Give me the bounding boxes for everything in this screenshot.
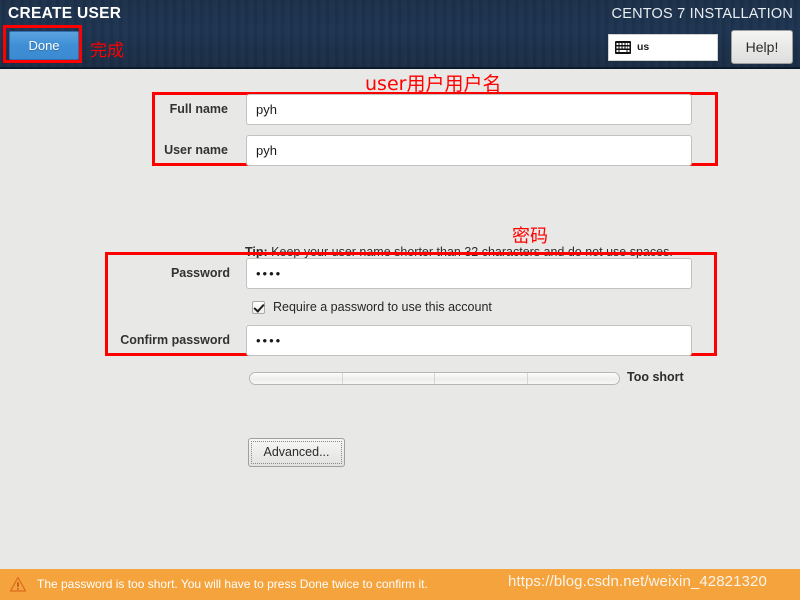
full-name-label: Full name (169, 102, 228, 116)
require-password-label: Require a password to use this account (273, 300, 492, 314)
username-tip: Tip: Keep your user name shorter than 32… (245, 245, 673, 259)
done-button-annotation-box: Done (3, 25, 82, 63)
username-annotation-label: user用户用户名 (365, 73, 502, 95)
help-button[interactable]: Help! (731, 30, 793, 64)
advanced-button-label: Advanced... (251, 441, 342, 464)
installation-title: CENTOS 7 INSTALLATION (611, 6, 793, 22)
watermark-url: https://blog.csdn.net/weixin_42821320 (508, 573, 767, 590)
advanced-button[interactable]: Advanced... (248, 438, 345, 467)
done-annotation-label: 完成 (90, 41, 124, 61)
confirm-password-input[interactable] (246, 325, 692, 356)
password-strength-status: Too short (627, 370, 684, 384)
warning-triangle-icon (10, 577, 26, 592)
user-name-label: User name (164, 143, 228, 157)
password-input[interactable] (246, 258, 692, 289)
password-strength-segment (250, 373, 343, 384)
warning-message: The password is too short. You will have… (37, 577, 428, 591)
create-user-main-panel: user用户用户名 Full name User name Tip: Keep … (0, 69, 800, 569)
password-strength-segment (435, 373, 528, 384)
password-strength-segment (527, 373, 619, 384)
tip-prefix: Tip: (245, 245, 268, 259)
require-password-checkbox[interactable] (252, 300, 265, 314)
password-strength-segment (342, 373, 435, 384)
keyboard-icon (615, 41, 631, 54)
require-password-row[interactable]: Require a password to use this account (252, 300, 492, 314)
password-strength-meter (249, 372, 620, 385)
password-label: Password (170, 266, 230, 280)
keyboard-layout-indicator[interactable]: us (608, 34, 718, 61)
installer-header: CREATE USER CENTOS 7 INSTALLATION Done 完… (0, 0, 800, 69)
user-name-input[interactable] (246, 135, 692, 166)
keyboard-layout-label: us (637, 41, 650, 53)
done-button[interactable]: Done (9, 31, 79, 60)
confirm-password-label: Confirm password (120, 333, 230, 347)
page-title: CREATE USER (8, 5, 122, 22)
tip-body: Keep your user name shorter than 32 char… (267, 245, 673, 259)
full-name-input[interactable] (246, 94, 692, 125)
